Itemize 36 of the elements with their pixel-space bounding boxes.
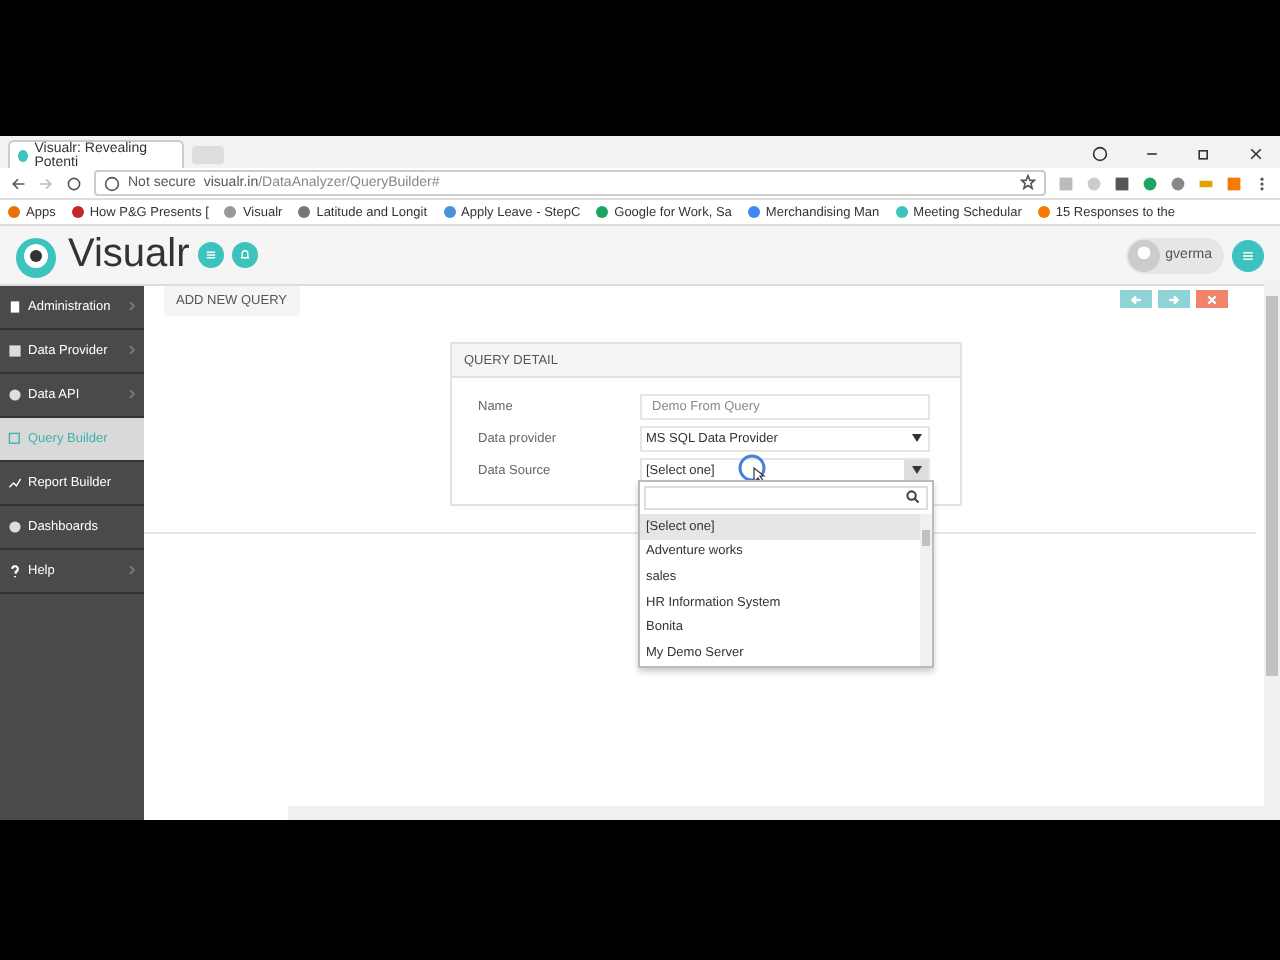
menu-icon bbox=[1240, 247, 1256, 263]
restore-icon bbox=[1196, 146, 1212, 162]
menu-icon bbox=[203, 248, 218, 262]
caret-icon bbox=[911, 466, 921, 474]
close-icon bbox=[1206, 293, 1218, 305]
bell-icon bbox=[237, 248, 252, 262]
star-icon bbox=[1020, 173, 1036, 189]
reload-icon bbox=[66, 175, 82, 191]
forward-arrow-icon bbox=[38, 175, 54, 191]
right-arrow-icon bbox=[1168, 293, 1180, 305]
sidebar-item-icon bbox=[8, 432, 22, 446]
profile-icon bbox=[1092, 146, 1108, 162]
search-icon bbox=[906, 490, 920, 505]
sidebar-item-icon bbox=[8, 300, 22, 314]
menu-button[interactable] bbox=[197, 242, 224, 268]
forward-button[interactable] bbox=[1158, 290, 1190, 308]
sidebar-item-icon bbox=[8, 476, 22, 490]
caret-icon bbox=[911, 434, 921, 442]
back-arrow-icon bbox=[10, 175, 26, 191]
menu-button[interactable] bbox=[1232, 239, 1264, 271]
scrollbar-thumb[interactable] bbox=[922, 529, 930, 546]
sidebar-item-icon bbox=[8, 564, 22, 578]
sidebar-item-icon bbox=[8, 388, 22, 402]
sidebar-item-icon bbox=[8, 520, 22, 534]
info-icon bbox=[104, 175, 120, 191]
dropdown-search-field[interactable] bbox=[644, 486, 928, 510]
scrollbar-thumb[interactable] bbox=[1266, 296, 1278, 676]
app-logo: Visualr bbox=[68, 232, 190, 278]
notification-button[interactable] bbox=[231, 242, 258, 268]
avatar-icon bbox=[1127, 239, 1160, 271]
close-button[interactable] bbox=[1196, 290, 1228, 308]
sidebar-item-icon bbox=[8, 344, 22, 358]
back-button[interactable] bbox=[1120, 290, 1152, 308]
left-arrow-icon bbox=[1130, 293, 1142, 305]
close-icon bbox=[1248, 146, 1264, 162]
horizontal-scrollbar[interactable] bbox=[288, 806, 1264, 820]
